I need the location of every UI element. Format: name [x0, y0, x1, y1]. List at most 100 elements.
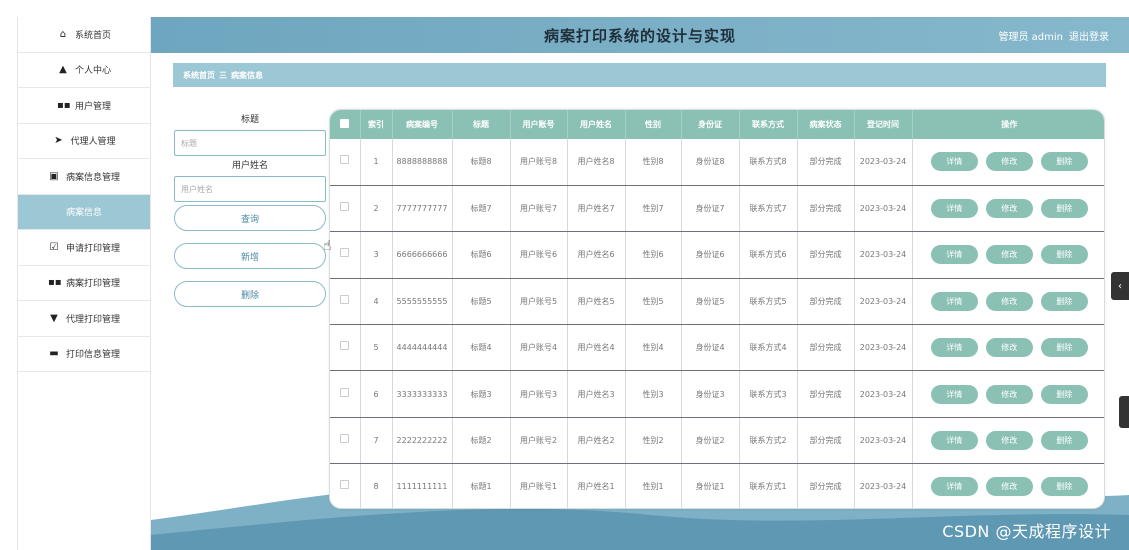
- select-all-cell: [330, 110, 361, 139]
- delete-button[interactable]: 删除: [1040, 338, 1088, 358]
- breadcrumb-current: 病案信息: [231, 70, 263, 80]
- table-row: 5 4444444444 标题4 用户账号4 用户姓名4 性别4 身份证4 联系方式4 部分完成…: [330, 324, 1104, 372]
- sidebar-item-5[interactable]: 病案信息: [18, 194, 150, 230]
- ticket-icon: ▬: [49, 348, 59, 360]
- table-header-row: 索引 病案编号 标题 用户账号 用户姓名 性别 身份证 联系方式 病案状态 登记时间 操作: [330, 110, 1104, 139]
- delete-button[interactable]: 删除: [1040, 245, 1088, 265]
- column-header: 联系方式: [739, 110, 798, 139]
- edit-button[interactable]: 修改: [985, 384, 1033, 404]
- sidebar-item-6[interactable]: ☑ 申请打印管理: [18, 230, 150, 266]
- row-actions: 详情 修改 删除: [912, 185, 1104, 233]
- delete-button[interactable]: 删除: [1040, 199, 1088, 219]
- edit-button[interactable]: 修改: [985, 477, 1033, 497]
- title-filter-input[interactable]: [174, 130, 326, 156]
- cell-index: 7: [360, 417, 393, 465]
- detail-button[interactable]: 详情: [930, 152, 978, 172]
- row-checkbox[interactable]: [340, 155, 350, 165]
- cell-time: 2023-03-24: [854, 185, 913, 233]
- clipboard-icon: ▣: [49, 170, 59, 182]
- records-table: 索引 病案编号 标题 用户账号 用户姓名 性别 身份证 联系方式 病案状态 登记时间 操作 1 888…: [329, 109, 1105, 509]
- table-row: 7 2222222222 标题2 用户账号2 用户姓名2 性别2 身份证2 联系方式2 部分完成…: [330, 417, 1104, 465]
- cell-gender: 性别2: [625, 417, 682, 465]
- edit-button[interactable]: 修改: [985, 245, 1033, 265]
- home-icon: ⌂: [59, 28, 67, 40]
- edit-button[interactable]: 修改: [985, 291, 1033, 311]
- cell-title: 标题3: [452, 370, 511, 418]
- row-checkbox[interactable]: [340, 387, 350, 397]
- row-actions: 详情 修改 删除: [912, 463, 1104, 508]
- cell-contact: 联系方式1: [739, 463, 798, 508]
- add-button[interactable]: 新增: [174, 243, 326, 269]
- select-all-checkbox[interactable]: [340, 119, 350, 128]
- sidebar-item-1[interactable]: ▲ 个人中心: [18, 53, 150, 88]
- logout-link[interactable]: 退出登录: [1069, 28, 1109, 43]
- cell-code: 2222222222: [392, 417, 453, 465]
- action-group: 详情 修改 删除: [916, 338, 1104, 358]
- name-filter-label: 用户姓名: [231, 161, 268, 171]
- cell-contact: 联系方式8: [739, 139, 798, 186]
- cell-gender: 性别3: [625, 370, 682, 418]
- cell-account: 用户账号3: [510, 370, 568, 418]
- cell-time: 2023-03-24: [854, 463, 913, 508]
- sidebar-item-3[interactable]: ➤ 代理人管理: [18, 124, 150, 159]
- batch-delete-button[interactable]: 删除: [174, 281, 326, 307]
- query-button[interactable]: 查询: [174, 205, 326, 231]
- sidebar-item-4[interactable]: ▣ 病案信息管理: [18, 159, 150, 195]
- action-group: 详情 修改 删除: [916, 431, 1104, 451]
- edit-button[interactable]: 修改: [985, 431, 1033, 451]
- cell-idcard: 身份证6: [681, 231, 740, 279]
- sidebar-item-label: 用户管理: [74, 101, 111, 112]
- sidebar-item-9[interactable]: ▬ 打印信息管理: [18, 337, 150, 372]
- cell-title: 标题5: [452, 278, 511, 326]
- row-checkbox[interactable]: [340, 341, 350, 351]
- sidebar-item-7[interactable]: ▪▪ 病案打印管理: [18, 266, 150, 301]
- collapse-tab[interactable]: ‹: [1111, 272, 1129, 300]
- cell-account: 用户账号7: [510, 185, 568, 233]
- cell-name: 用户姓名5: [567, 278, 626, 326]
- cell-title: 标题6: [452, 231, 511, 279]
- row-checkbox[interactable]: [340, 434, 350, 444]
- delete-button[interactable]: 删除: [1040, 384, 1088, 404]
- sidebar-item-0[interactable]: ⌂ 系统首页: [18, 17, 150, 53]
- detail-button[interactable]: 详情: [930, 431, 978, 451]
- breadcrumb-home[interactable]: 系统首页: [183, 70, 215, 81]
- edit-button[interactable]: 修改: [985, 152, 1033, 172]
- detail-button[interactable]: 详情: [930, 245, 978, 265]
- cell-idcard: 身份证1: [681, 463, 740, 508]
- edit-button[interactable]: 修改: [985, 338, 1033, 358]
- cell-status: 部分完成: [797, 463, 855, 508]
- delete-button[interactable]: 删除: [1040, 431, 1088, 451]
- column-header: 操作: [912, 110, 1104, 139]
- cell-name: 用户姓名4: [567, 324, 626, 372]
- row-actions: 详情 修改 删除: [912, 417, 1104, 465]
- cell-contact: 联系方式3: [739, 370, 798, 418]
- detail-button[interactable]: 详情: [930, 291, 978, 311]
- sidebar-item-2[interactable]: ▪▪ 用户管理: [18, 88, 150, 124]
- cell-idcard: 身份证7: [681, 185, 740, 233]
- action-group: 详情 修改 删除: [916, 199, 1104, 219]
- column-header: 登记时间: [854, 110, 913, 139]
- sidebar-item-8[interactable]: ▼ 代理打印管理: [18, 301, 150, 337]
- name-filter-input[interactable]: [174, 176, 326, 202]
- detail-button[interactable]: 详情: [930, 338, 978, 358]
- detail-button[interactable]: 详情: [930, 199, 978, 219]
- watermark: CSDN @天成程序设计: [942, 522, 1111, 541]
- row-checkbox[interactable]: [340, 248, 350, 258]
- sidebar-item-label: 病案信息管理: [65, 172, 120, 183]
- delete-button[interactable]: 删除: [1040, 291, 1088, 311]
- cell-contact: 联系方式6: [739, 231, 798, 279]
- sidebar-item-label: 打印信息管理: [65, 350, 120, 361]
- edit-button[interactable]: 修改: [985, 199, 1033, 219]
- cell-gender: 性别4: [625, 324, 682, 372]
- detail-button[interactable]: 详情: [930, 384, 978, 404]
- row-checkbox[interactable]: [340, 202, 350, 212]
- delete-button[interactable]: 删除: [1040, 152, 1088, 172]
- side-tab[interactable]: [1119, 396, 1129, 428]
- sidebar-item-label: 申请打印管理: [65, 243, 120, 254]
- check-icon: ☑: [49, 241, 59, 253]
- detail-button[interactable]: 详情: [930, 477, 978, 497]
- delete-button[interactable]: 删除: [1040, 477, 1088, 497]
- row-checkbox[interactable]: [340, 294, 350, 304]
- column-header: 用户姓名: [567, 110, 626, 139]
- row-checkbox[interactable]: [340, 480, 350, 490]
